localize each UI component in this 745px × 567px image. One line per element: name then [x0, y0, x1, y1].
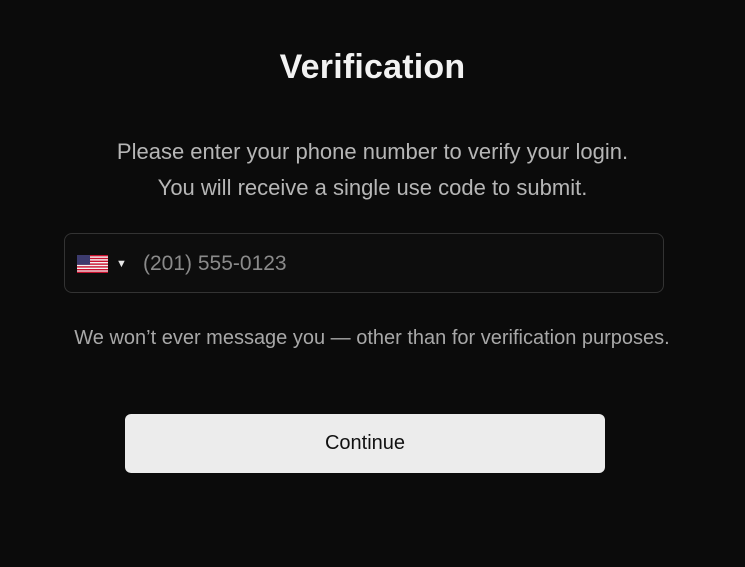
country-select[interactable]: ▼ — [77, 254, 127, 274]
privacy-note: We won’t ever message you — other than f… — [74, 327, 670, 349]
continue-button[interactable]: Continue — [125, 414, 605, 473]
description-line-2: You will receive a single use code to su… — [157, 175, 588, 200]
phone-input[interactable] — [143, 244, 643, 284]
verification-page: Verification Please enter your phone num… — [0, 0, 745, 567]
chevron-down-icon: ▼ — [116, 258, 127, 270]
us-flag-icon — [77, 255, 108, 273]
phone-field: ▼ — [64, 233, 664, 293]
description: Please enter your phone number to verify… — [0, 134, 745, 206]
page-title: Verification — [279, 48, 466, 86]
description-line-1: Please enter your phone number to verify… — [116, 139, 629, 164]
